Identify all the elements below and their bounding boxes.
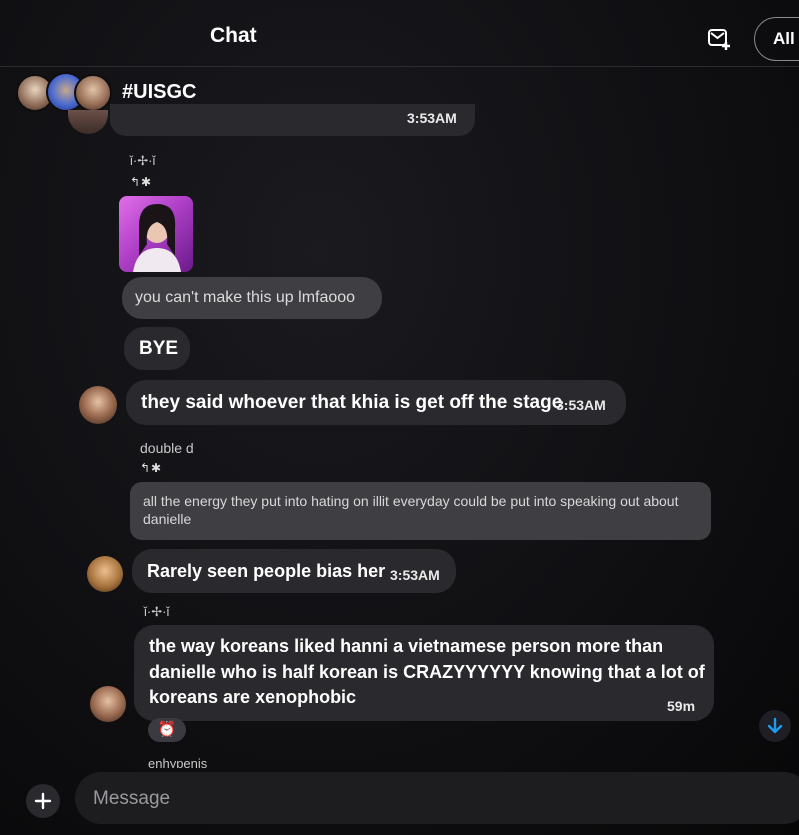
screen: Chat All #UISGC 3:53AM ǐ·✢·ǐ ↰✱ you can'… [0,0,799,835]
message-text-line: danielle who is half korean is CRAZYYYYY… [149,662,705,682]
group-avatars[interactable] [16,72,116,112]
arrow-down-icon [767,717,783,734]
avatar[interactable] [87,556,123,592]
avatar[interactable] [79,386,117,424]
page-title: Chat [210,24,257,47]
add-attachment-button[interactable] [26,784,60,818]
group-name: #UISGC [122,81,197,103]
alarm-clock-icon[interactable]: ⏰ [148,718,186,742]
reply-arrow-icon: ↰✱ [140,461,163,475]
plus-icon [34,792,52,810]
scroll-to-bottom-button[interactable] [759,710,791,742]
avatar[interactable] [90,686,126,722]
reply-sender-name: ǐ·✢·ǐ [144,604,170,619]
message-time: 3:53AM [390,567,440,583]
message-text: BYE [139,338,179,359]
message-text-line: koreans are xenophobic [149,687,357,707]
message-input[interactable] [91,785,595,813]
message-text: they said whoever that khia is get off t… [141,392,563,413]
message-bubble[interactable]: the way koreans liked hanni a vietnamese… [134,625,714,721]
message-text: Rarely seen people bias her [147,561,386,581]
message-time: 3:53AM [407,110,457,126]
quoted-text: all the energy they put into hating on i… [143,493,679,527]
message-text: you can't make this up lmfaooo [135,289,356,306]
avatar [68,110,108,134]
message-bubble[interactable]: BYE [124,327,190,370]
quoted-message[interactable]: all the energy they put into hating on i… [130,482,711,540]
message-time: 59m [667,698,696,714]
compose-message-icon[interactable] [707,26,733,52]
reply-sender-name: ǐ·✢·ǐ [130,153,156,168]
message-bubble[interactable]: 3:53AM [110,104,475,136]
reply-sender-name: enhypenis [148,756,208,768]
message-text-line: the way koreans liked hanni a vietnamese… [149,636,664,656]
header-divider [0,66,799,67]
reply-sender-name: double d [140,440,194,456]
message-bubble[interactable]: you can't make this up lmfaooo [122,277,382,319]
filter-all-button[interactable]: All [754,17,799,61]
message-bubble[interactable]: they said whoever that khia is get off t… [126,380,626,425]
message-composer[interactable] [75,772,799,824]
avatar [74,74,112,112]
filter-all-label: All [773,29,795,48]
message-time: 3:53AM [556,397,606,413]
image-attachment[interactable] [119,196,193,272]
reply-arrow-icon: ↰✱ [130,175,153,189]
message-bubble[interactable]: Rarely seen people bias her 3:53AM [132,549,456,593]
